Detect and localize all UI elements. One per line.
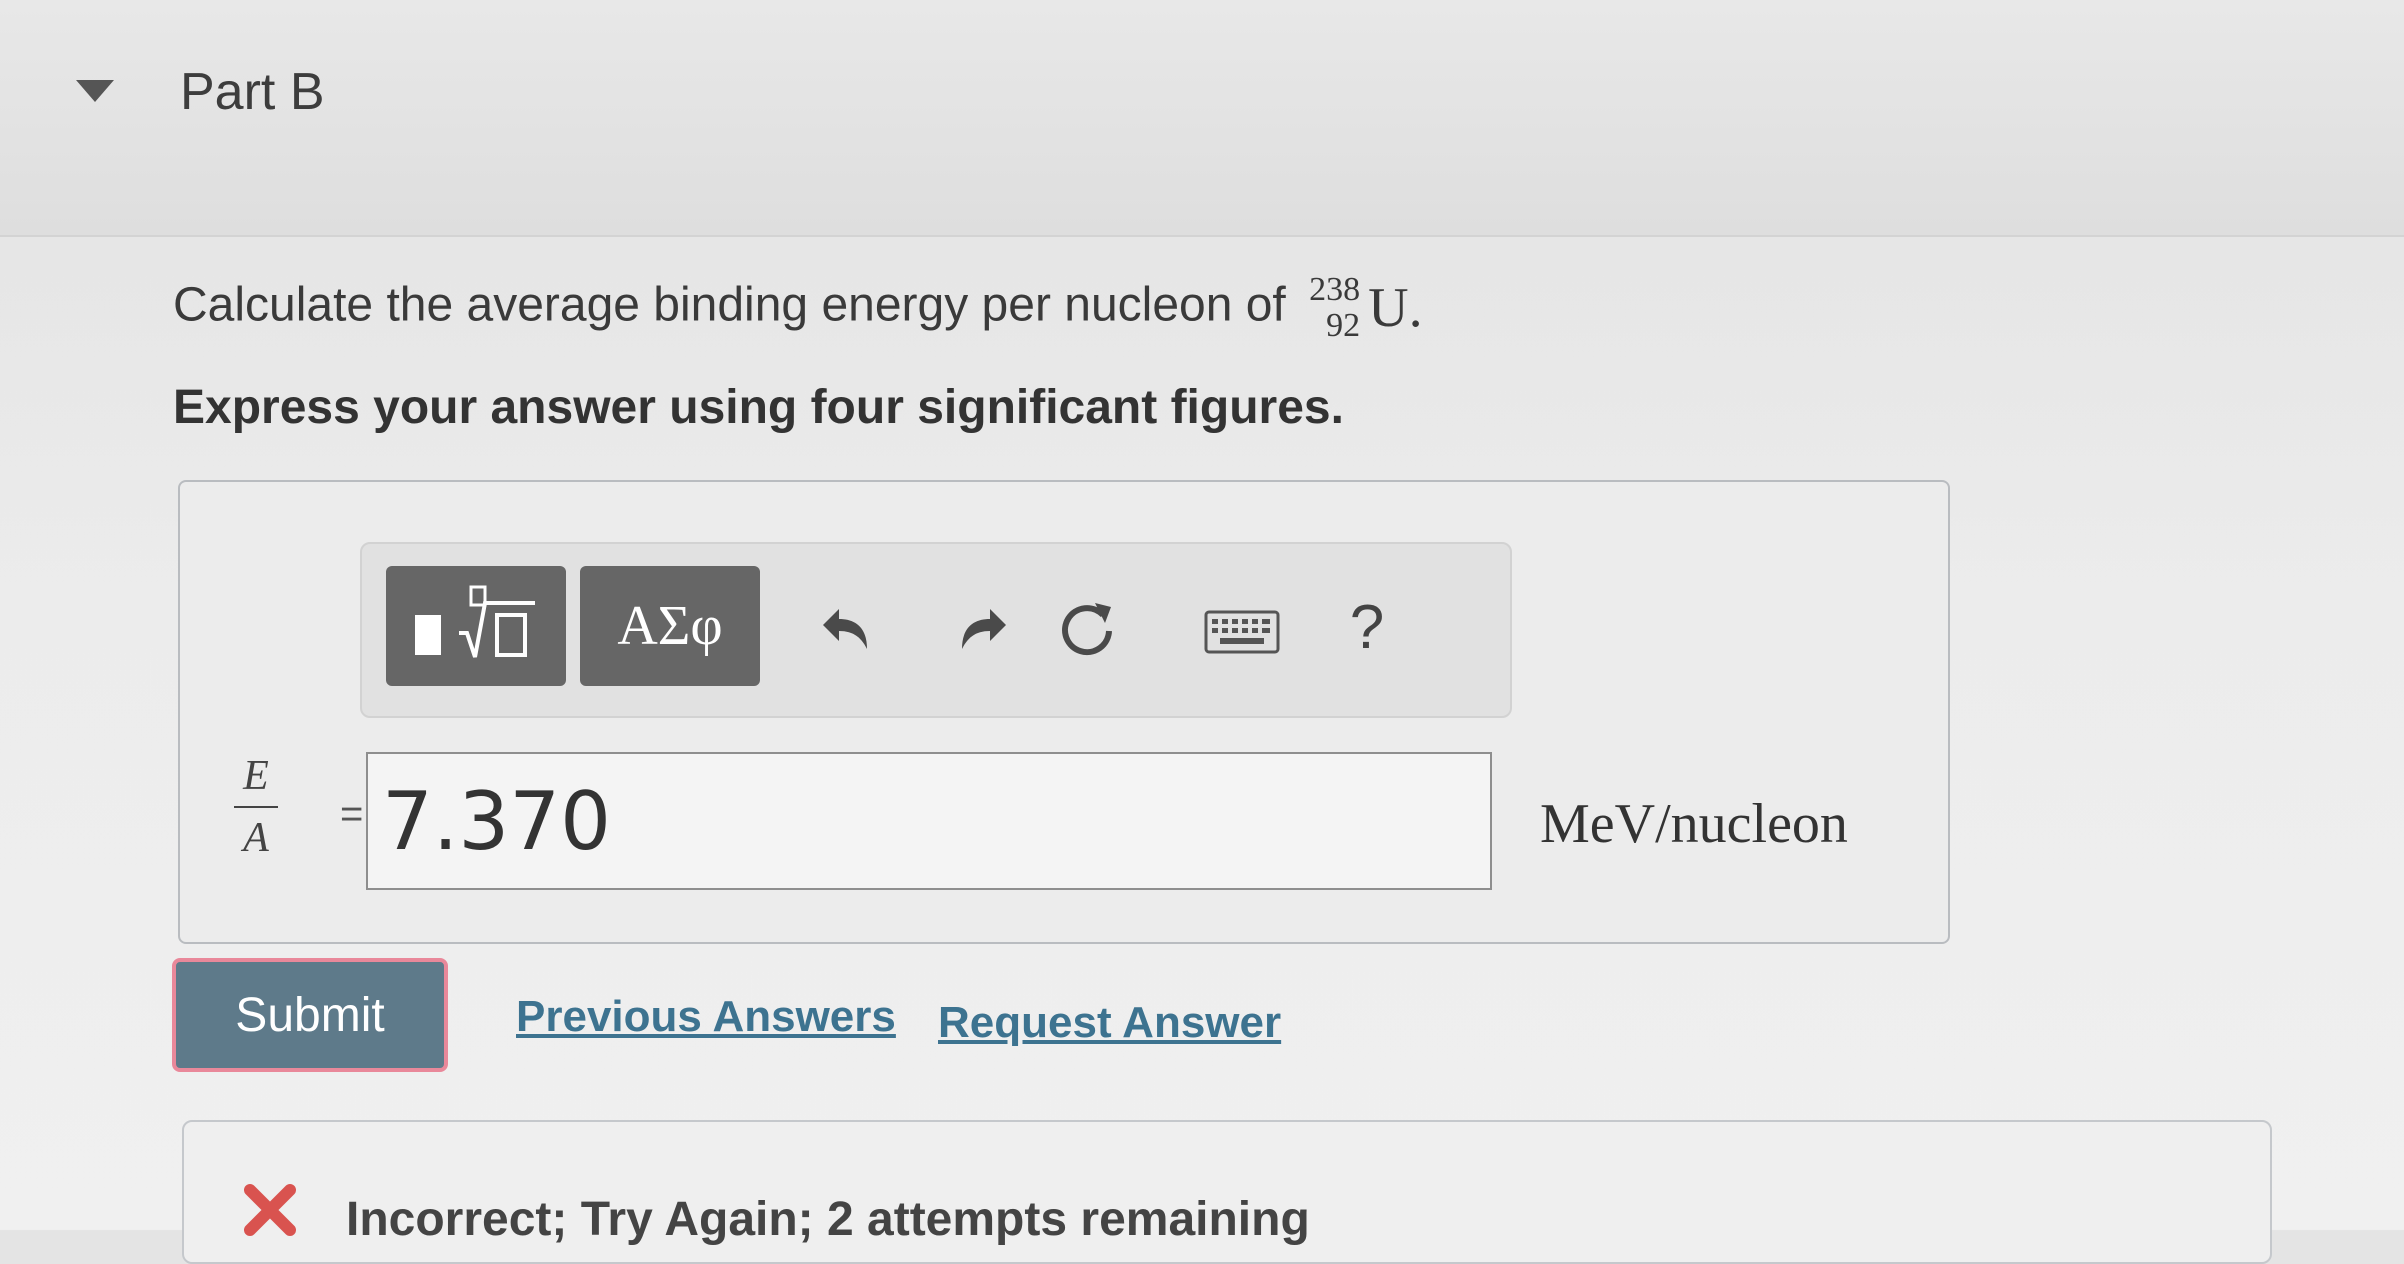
element-symbol: U <box>1368 277 1409 339</box>
templates-icon <box>415 585 535 658</box>
part-header[interactable]: Part B <box>0 0 2404 237</box>
nuclide-notation: 238 92 U. <box>1309 271 1423 344</box>
math-toolbar: ΑΣφ ? <box>360 542 1512 718</box>
answer-units: MeV/nucleon <box>1540 793 1848 855</box>
submit-button[interactable]: Submit <box>172 958 448 1072</box>
error-x-icon <box>244 1184 296 1236</box>
collapse-caret-icon[interactable] <box>76 80 114 102</box>
atomic-number: 92 <box>1326 307 1361 344</box>
undo-button[interactable] <box>802 584 892 674</box>
answer-input[interactable] <box>366 752 1492 890</box>
previous-answers-link[interactable]: Previous Answers <box>516 992 896 1042</box>
feedback-message: Incorrect; Try Again; 2 attempts remaini… <box>346 1193 1310 1246</box>
reset-icon <box>1062 603 1112 656</box>
help-button[interactable]: ? <box>1317 582 1417 672</box>
equals-sign: = <box>340 792 364 836</box>
question-text: Calculate the average binding energy per… <box>173 272 1423 344</box>
fraction: E A <box>228 752 284 862</box>
feedback-panel: Incorrect; Try Again; 2 attempts remaini… <box>182 1120 2272 1264</box>
fraction-numerator: E <box>243 753 269 799</box>
reset-button[interactable] <box>1042 584 1132 674</box>
keyboard-button[interactable] <box>1182 592 1302 672</box>
question-prompt: Calculate the average binding energy per… <box>173 278 1286 332</box>
part-title: Part B <box>180 63 325 121</box>
keyboard-icon <box>1204 610 1280 654</box>
undo-icon <box>823 609 867 649</box>
greek-symbols-button[interactable]: ΑΣφ <box>580 566 760 686</box>
mass-number: 238 <box>1309 271 1361 308</box>
fraction-denominator: A <box>243 815 269 861</box>
answer-panel: ΑΣφ ? E A = 7.370 MeV/nucleon <box>178 480 1950 944</box>
redo-icon <box>962 609 1006 649</box>
templates-button[interactable] <box>386 566 566 686</box>
redo-button[interactable] <box>937 584 1027 674</box>
request-answer-link[interactable]: Request Answer <box>938 998 1281 1048</box>
answer-instructions: Express your answer using four significa… <box>173 381 1344 434</box>
